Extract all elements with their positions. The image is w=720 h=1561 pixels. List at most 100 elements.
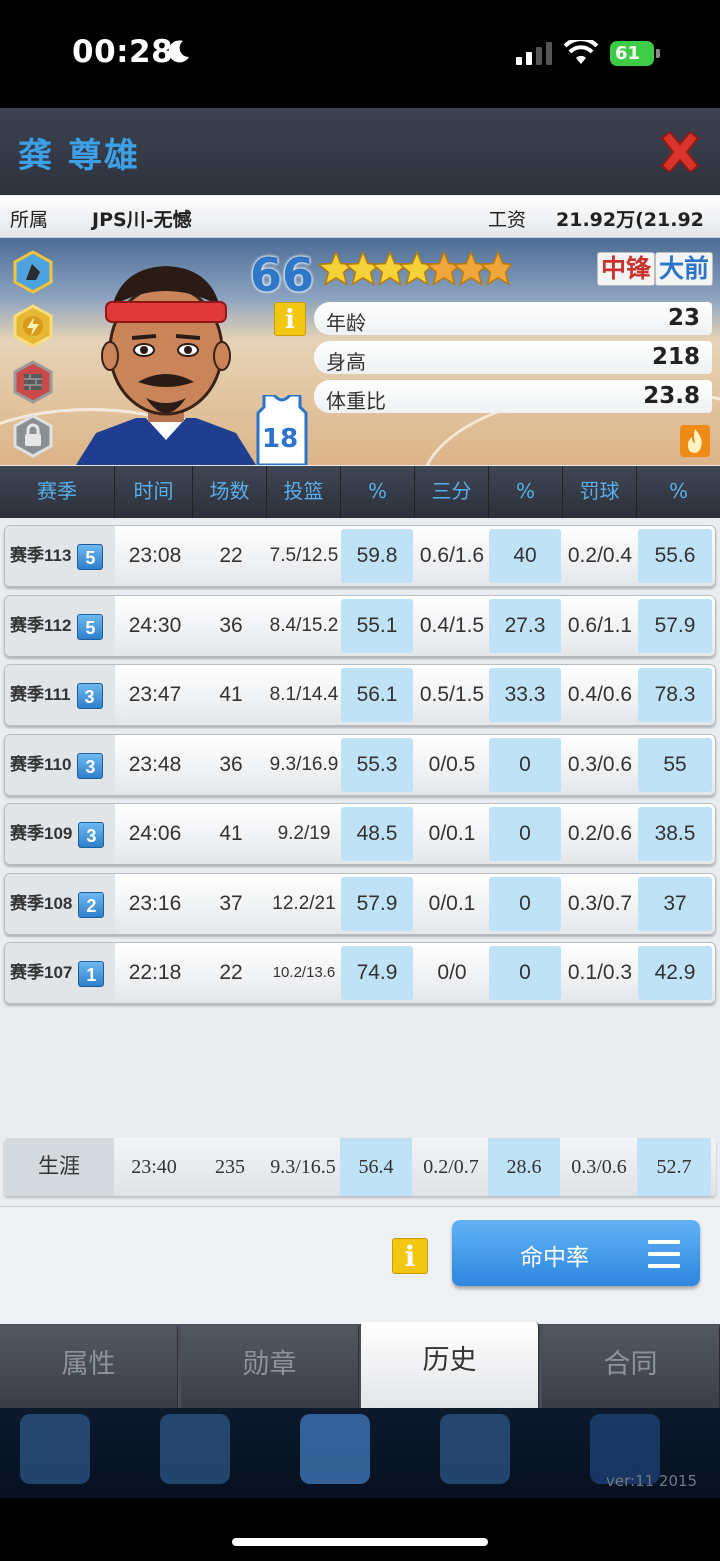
home-indicator[interactable]: [232, 1538, 488, 1546]
moon-icon: [168, 40, 189, 63]
level-badge: 5: [77, 543, 104, 570]
fg-pct-cell: 74.9: [341, 946, 413, 1000]
season-label: 赛季111: [10, 685, 71, 704]
fire-icon[interactable]: [680, 425, 710, 457]
wall-badge-icon[interactable]: [12, 360, 54, 404]
stat-height: 身高 218: [314, 341, 712, 374]
column-header[interactable]: 场数: [193, 466, 267, 518]
time-cell: 23:40: [131, 1156, 177, 1178]
time-cell: 23:48: [128, 753, 182, 776]
career-label: 生涯: [4, 1138, 114, 1196]
ft-cell: 0.4/0.6: [567, 683, 633, 706]
time-cell: 24:30: [128, 614, 182, 637]
fg-cell: 10.2/13.6: [272, 964, 336, 981]
battery-level: 61: [610, 41, 654, 66]
ft-pct-cell: 42.9: [638, 946, 712, 1000]
player-panel: 龚 尊雄 所属 JPS川-无憾 工资 21.92万(21.92万): [0, 108, 720, 1410]
games-cell: 41: [219, 822, 243, 845]
background-game-nav: ver:11 2015: [0, 1408, 720, 1498]
games-cell: 36: [219, 753, 243, 776]
fg-pct-cell: 59.8: [341, 529, 413, 583]
season-label: 赛季110: [10, 755, 72, 774]
tab-history[interactable]: 历史: [361, 1322, 539, 1410]
three-cell: 0/0.1: [428, 892, 476, 915]
three-pct-cell: 27.3: [489, 599, 561, 653]
fg-pct-cell: 56.1: [341, 668, 413, 722]
stat-mode-button[interactable]: 命中率: [452, 1220, 700, 1286]
lock-badge-icon[interactable]: [12, 414, 54, 458]
season-label: 赛季108: [10, 894, 73, 913]
fg-cell: 8.4/15.2: [269, 615, 339, 636]
three-pct-cell: 0: [489, 877, 561, 931]
position-tag: 中锋: [597, 252, 656, 286]
column-header[interactable]: 赛季: [0, 466, 115, 518]
fg-pct-cell: 57.9: [341, 877, 413, 931]
salary-label: 工资: [488, 209, 527, 231]
career-row: 生涯 23:40 235 9.3/16.5 56.4 0.2/0.7 28.6 …: [4, 1138, 716, 1196]
table-row[interactable]: 赛季109 3 24:06 41 9.2/19 48.5 0/0.1 0 0.2/…: [4, 803, 716, 865]
column-header[interactable]: %: [489, 466, 563, 518]
fg-cell: 7.5/12.5: [269, 545, 339, 566]
three-pct-cell: 40: [489, 529, 561, 583]
ft-cell: 0.3/0.7: [567, 892, 633, 915]
table-row[interactable]: 赛季108 2 23:16 37 12.2/21 57.9 0/0.1 0 0.3…: [4, 873, 716, 935]
ft-cell: 0.1/0.3: [567, 961, 633, 984]
ft-pct-cell: 52.7: [637, 1138, 711, 1196]
stat-age: 年龄 23: [314, 302, 712, 335]
season-label: 赛季112: [10, 616, 72, 635]
table-row[interactable]: 赛季110 3 23:48 36 9.3/16.9 55.3 0/0.5 0 0.…: [4, 734, 716, 796]
fg-cell: 8.1/14.4: [269, 684, 339, 705]
stat-label: 体重比: [326, 389, 386, 413]
info-icon[interactable]: i: [274, 302, 306, 336]
column-header[interactable]: 投篮: [267, 466, 341, 518]
ft-cell: 0.3/0.6: [567, 753, 633, 776]
stat-label: 年龄: [326, 311, 366, 335]
close-icon[interactable]: [656, 128, 704, 176]
version-label: ver:11 2015: [606, 1472, 698, 1490]
time-cell: 23:08: [128, 544, 182, 567]
player-rating: 66: [250, 248, 315, 302]
column-header[interactable]: 罚球: [563, 466, 637, 518]
season-label: 赛季107: [10, 963, 73, 982]
column-header[interactable]: 三分: [415, 466, 489, 518]
three-pct-cell: 0: [489, 738, 561, 792]
three-cell: 0.2/0.7: [423, 1156, 479, 1178]
cellular-signal-icon: [516, 42, 552, 65]
games-cell: 22: [219, 961, 243, 984]
tab-contract[interactable]: 合同: [542, 1326, 720, 1408]
status-time: 00:28: [72, 34, 174, 70]
season-cell: 赛季108 2: [5, 874, 115, 934]
info-icon[interactable]: i: [392, 1238, 428, 1274]
player-card: 18 66 中锋 大前 i 年龄 23 身高 218 体重比 23.8: [0, 238, 720, 465]
stat-value: 218: [651, 344, 700, 370]
ft-pct-cell: 38.5: [638, 807, 712, 861]
column-header[interactable]: %: [341, 466, 415, 518]
tab-medals[interactable]: 勋章: [181, 1326, 359, 1408]
title-bar: 龚 尊雄: [0, 108, 720, 195]
fg-cell: 9.2/19: [277, 823, 331, 844]
nav-icon: [440, 1414, 510, 1484]
three-cell: 0.4/1.5: [419, 614, 485, 637]
home-bar-area: [0, 1498, 720, 1561]
stat-mode-label: 命中率: [520, 1245, 589, 1271]
table-row[interactable]: 赛季113 5 23:08 22 7.5/12.5 59.8 0.6/1.6 40…: [4, 525, 716, 587]
column-header[interactable]: %: [637, 466, 720, 518]
lightning-badge-icon[interactable]: [12, 304, 54, 348]
time-cell: 23:47: [128, 683, 182, 706]
ft-cell: 0.2/0.4: [567, 544, 633, 567]
ft-pct-cell: 57.9: [638, 599, 712, 653]
table-row[interactable]: 赛季111 3 23:47 41 8.1/14.4 56.1 0.5/1.5 33…: [4, 664, 716, 726]
column-header[interactable]: 时间: [115, 466, 193, 518]
games-cell: 36: [219, 614, 243, 637]
table-row[interactable]: 赛季112 5 24:30 36 8.4/15.2 55.1 0.4/1.5 27…: [4, 595, 716, 657]
skill-badge-icon[interactable]: [12, 250, 54, 294]
season-label: 赛季109: [10, 824, 73, 843]
time-cell: 22:18: [128, 961, 182, 984]
table-row[interactable]: 赛季107 1 22:18 22 10.2/13.6 74.9 0/0 0 0.1…: [4, 942, 716, 1004]
season-label: 赛季113: [10, 546, 72, 565]
games-cell: 41: [219, 683, 243, 706]
tab-attributes[interactable]: 属性: [0, 1326, 178, 1408]
season-cell: 赛季109 3: [5, 804, 115, 864]
stat-value: 23: [667, 305, 700, 331]
level-badge: 2: [78, 891, 105, 918]
